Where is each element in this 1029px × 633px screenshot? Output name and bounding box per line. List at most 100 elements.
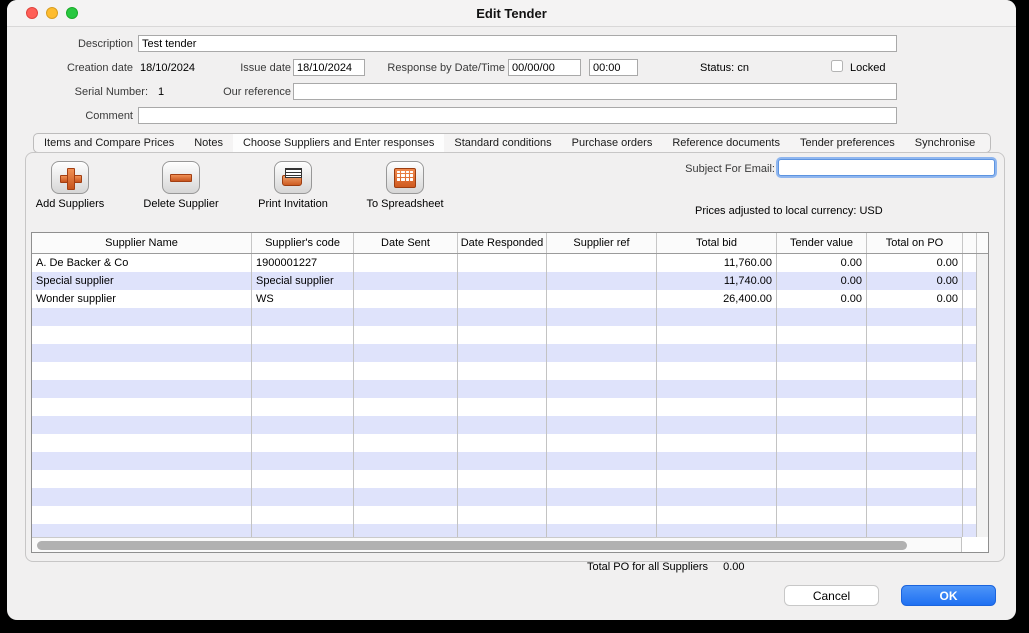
cell-supplier_name[interactable]: [32, 488, 252, 506]
table-row-empty[interactable]: [32, 506, 977, 524]
cell-tender_value[interactable]: [777, 506, 867, 524]
ok-button[interactable]: OK: [901, 585, 996, 606]
cell-code[interactable]: 1900001227: [252, 254, 354, 272]
cell-total_on_po[interactable]: [867, 524, 963, 537]
cell-date_responded[interactable]: [458, 254, 547, 272]
cell-date_responded[interactable]: [458, 506, 547, 524]
cell-date_sent[interactable]: [354, 470, 458, 488]
cell-total_on_po[interactable]: 0.00: [867, 272, 963, 290]
cell-total_on_po[interactable]: [867, 380, 963, 398]
cell-total_bid[interactable]: 11,740.00: [657, 272, 777, 290]
table-row-empty[interactable]: [32, 362, 977, 380]
cell-supplier_name[interactable]: [32, 362, 252, 380]
cell-total_bid[interactable]: [657, 434, 777, 452]
cell-date_responded[interactable]: [458, 452, 547, 470]
cell-total_on_po[interactable]: 0.00: [867, 254, 963, 272]
tab-reference-documents[interactable]: Reference documents: [662, 134, 790, 152]
cell-total_on_po[interactable]: [867, 488, 963, 506]
cell-supplier_name[interactable]: [32, 452, 252, 470]
cell-supplier_ref[interactable]: [547, 308, 657, 326]
column-header-supplier_ref[interactable]: Supplier ref: [547, 233, 657, 253]
cell-tender_value[interactable]: [777, 344, 867, 362]
table-row-empty[interactable]: [32, 380, 977, 398]
tab-log[interactable]: Log: [985, 134, 991, 152]
cell-tender_value[interactable]: [777, 398, 867, 416]
delete-supplier-button[interactable]: [162, 161, 200, 194]
cell-date_responded[interactable]: [458, 308, 547, 326]
cell-total_on_po[interactable]: 0.00: [867, 290, 963, 308]
cell-supplier_name[interactable]: [32, 380, 252, 398]
cell-tender_value[interactable]: [777, 452, 867, 470]
cell-supplier_ref[interactable]: [547, 506, 657, 524]
cell-tender_value[interactable]: [777, 434, 867, 452]
print-invitation-button[interactable]: [274, 161, 312, 194]
table-row[interactable]: Special supplierSpecial supplier11,740.0…: [32, 272, 977, 290]
table-row-empty[interactable]: [32, 308, 977, 326]
cell-tender_value[interactable]: 0.00: [777, 272, 867, 290]
description-input[interactable]: [138, 35, 897, 52]
cell-tender_value[interactable]: 0.00: [777, 254, 867, 272]
column-header-date_sent[interactable]: Date Sent: [354, 233, 458, 253]
cell-date_responded[interactable]: [458, 434, 547, 452]
column-header-tender_value[interactable]: Tender value: [777, 233, 867, 253]
tab-notes[interactable]: Notes: [184, 134, 233, 152]
cell-date_sent[interactable]: [354, 272, 458, 290]
cell-total_bid[interactable]: [657, 398, 777, 416]
cell-code[interactable]: [252, 506, 354, 524]
cell-tender_value[interactable]: [777, 470, 867, 488]
cell-total_on_po[interactable]: [867, 308, 963, 326]
cell-code[interactable]: [252, 470, 354, 488]
cell-code[interactable]: [252, 452, 354, 470]
cell-code[interactable]: [252, 380, 354, 398]
cell-total_bid[interactable]: [657, 308, 777, 326]
cell-date_sent[interactable]: [354, 416, 458, 434]
table-row-empty[interactable]: [32, 326, 977, 344]
cell-date_responded[interactable]: [458, 524, 547, 537]
cell-supplier_ref[interactable]: [547, 254, 657, 272]
cell-total_bid[interactable]: [657, 488, 777, 506]
cell-date_responded[interactable]: [458, 470, 547, 488]
tab-standard-conditions[interactable]: Standard conditions: [444, 134, 561, 152]
cell-total_bid[interactable]: [657, 326, 777, 344]
cell-date_sent[interactable]: [354, 524, 458, 537]
cell-supplier_ref[interactable]: [547, 416, 657, 434]
cell-tender_value[interactable]: [777, 488, 867, 506]
table-row-empty[interactable]: [32, 344, 977, 362]
cell-code[interactable]: [252, 308, 354, 326]
column-header-total_on_po[interactable]: Total on PO: [867, 233, 963, 253]
to-spreadsheet-button[interactable]: [386, 161, 424, 194]
cell-supplier_ref[interactable]: [547, 524, 657, 537]
cell-tender_value[interactable]: [777, 326, 867, 344]
cell-code[interactable]: [252, 362, 354, 380]
cell-total_bid[interactable]: 26,400.00: [657, 290, 777, 308]
tab-purchase-orders[interactable]: Purchase orders: [562, 134, 663, 152]
cell-total_on_po[interactable]: [867, 344, 963, 362]
horizontal-scrollbar[interactable]: [32, 537, 988, 552]
cell-total_bid[interactable]: [657, 470, 777, 488]
table-row[interactable]: A. De Backer & Co190000122711,760.000.00…: [32, 254, 977, 272]
horizontal-scrollbar-thumb[interactable]: [37, 541, 907, 550]
cell-code[interactable]: [252, 488, 354, 506]
cell-date_responded[interactable]: [458, 398, 547, 416]
subject-for-email-input[interactable]: [778, 159, 995, 176]
table-row-empty[interactable]: [32, 434, 977, 452]
cell-supplier_ref[interactable]: [547, 344, 657, 362]
cell-code[interactable]: [252, 524, 354, 537]
cell-date_sent[interactable]: [354, 326, 458, 344]
table-row-empty[interactable]: [32, 452, 977, 470]
cell-total_on_po[interactable]: [867, 398, 963, 416]
tab-tender-preferences[interactable]: Tender preferences: [790, 134, 905, 152]
cell-total_bid[interactable]: [657, 524, 777, 537]
cell-date_responded[interactable]: [458, 272, 547, 290]
cell-supplier_ref[interactable]: [547, 398, 657, 416]
cell-total_bid[interactable]: [657, 506, 777, 524]
cell-supplier_ref[interactable]: [547, 452, 657, 470]
cell-total_on_po[interactable]: [867, 362, 963, 380]
cell-supplier_name[interactable]: [32, 416, 252, 434]
cell-total_bid[interactable]: [657, 362, 777, 380]
cell-date_sent[interactable]: [354, 380, 458, 398]
cell-supplier_ref[interactable]: [547, 488, 657, 506]
cell-supplier_name[interactable]: [32, 506, 252, 524]
cell-tender_value[interactable]: [777, 524, 867, 537]
cell-supplier_ref[interactable]: [547, 272, 657, 290]
